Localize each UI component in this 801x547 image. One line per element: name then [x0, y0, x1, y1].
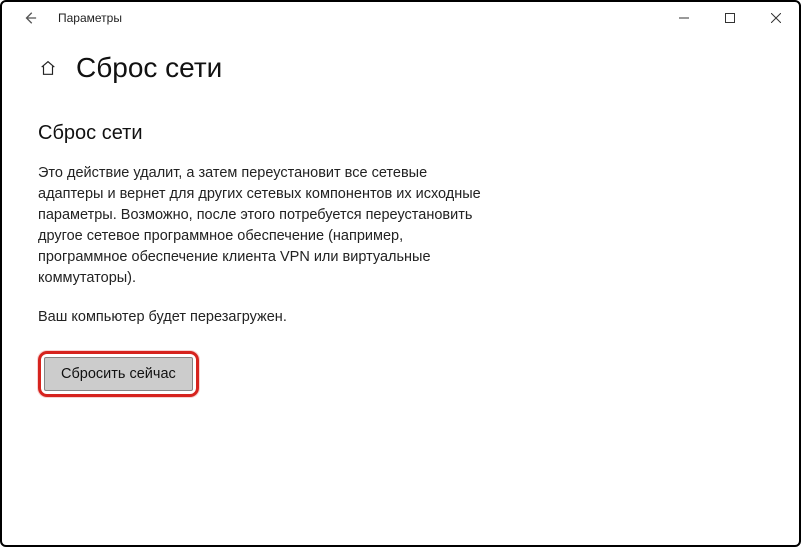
home-icon	[39, 59, 57, 77]
close-button[interactable]	[753, 2, 799, 34]
page-title: Сброс сети	[76, 52, 222, 84]
reset-now-button[interactable]: Сбросить сейчас	[44, 357, 193, 391]
maximize-icon	[725, 13, 735, 23]
home-button[interactable]	[38, 58, 58, 78]
title-bar: Параметры	[2, 2, 799, 34]
window-controls	[661, 2, 799, 34]
back-button[interactable]	[10, 2, 50, 34]
maximize-button[interactable]	[707, 2, 753, 34]
arrow-left-icon	[23, 11, 37, 25]
main-content: Сброс сети Это действие удалит, а затем …	[2, 92, 522, 415]
page-header: Сброс сети	[2, 34, 799, 92]
minimize-icon	[679, 13, 689, 23]
restart-notice: Ваш компьютер будет перезагружен.	[38, 309, 486, 325]
section-heading: Сброс сети	[38, 122, 486, 145]
description-text: Это действие удалит, а затем переустанов…	[38, 163, 486, 289]
minimize-button[interactable]	[661, 2, 707, 34]
app-title: Параметры	[58, 11, 122, 25]
reset-button-highlight: Сбросить сейчас	[38, 351, 199, 397]
close-icon	[771, 13, 781, 23]
